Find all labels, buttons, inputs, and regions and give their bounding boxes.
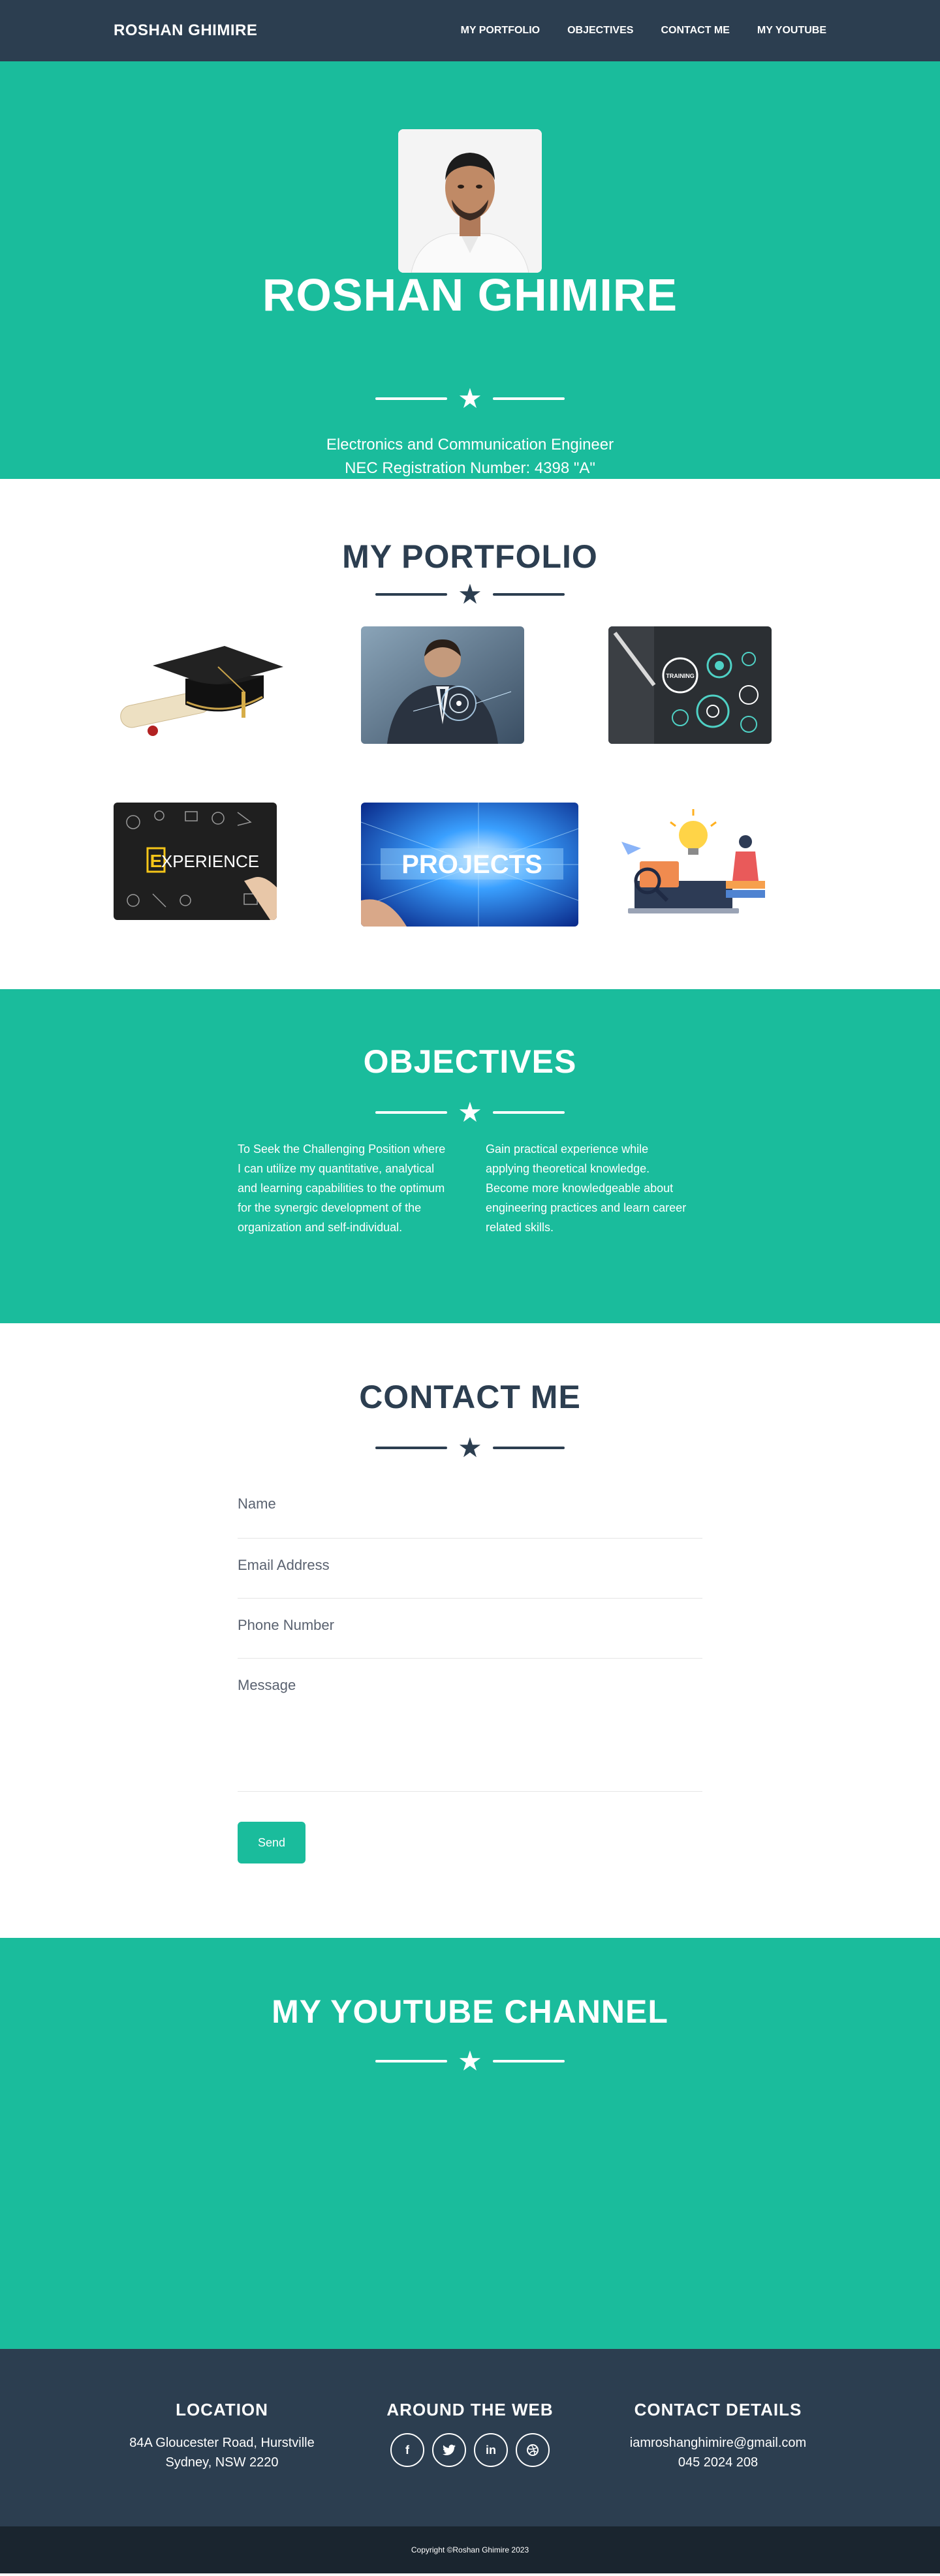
hero-subtitle-registration: NEC Registration Number: 4398 "A" xyxy=(345,459,595,477)
phone-field[interactable]: Phone Number xyxy=(238,1599,702,1659)
objectives-title: OBJECTIVES xyxy=(363,1043,577,1080)
footer-contact: CONTACT DETAILS iamroshanghimire@gmail.c… xyxy=(607,2400,829,2472)
experience-letter-e: E xyxy=(150,851,163,871)
brand-logo-text[interactable]: ROSHAN GHIMIRE xyxy=(114,22,257,40)
divider-line xyxy=(375,1447,448,1449)
star-icon: ★ xyxy=(458,1432,482,1463)
contact-section: CONTACT ME ★ Name Email Address Phone Nu… xyxy=(0,1323,940,1938)
youtube-divider: ★ xyxy=(0,2047,940,2075)
divider-line xyxy=(492,1111,565,1114)
footer-phone[interactable]: 045 2024 208 xyxy=(607,2453,829,2472)
divider-line xyxy=(492,397,565,400)
copyright-bar: Copyright ©Roshan Ghimire 2023 xyxy=(0,2526,940,2573)
objectives-divider: ★ xyxy=(0,1099,940,1126)
nav-link-youtube[interactable]: MY YOUTUBE xyxy=(757,25,826,37)
nav-links: MY PORTFOLIO OBJECTIVES CONTACT ME MY YO… xyxy=(461,25,826,37)
experience-word: XPERIENCE xyxy=(161,851,259,871)
footer-location-line1: 84A Gloucester Road, Hurstville xyxy=(129,2436,315,2450)
portfolio-item-training[interactable]: TRAINING xyxy=(608,626,772,744)
portfolio-item-business[interactable] xyxy=(361,626,524,744)
hero-name: ROSHAN GHIMIRE xyxy=(262,269,678,320)
name-field[interactable]: Name xyxy=(238,1477,702,1539)
footer-web: AROUND THE WEB f in xyxy=(359,2400,581,2467)
objective-right-text: Gain practical experience while applying… xyxy=(486,1142,687,1234)
name-field-placeholder: Name xyxy=(238,1495,276,1512)
footer-web-title: AROUND THE WEB xyxy=(386,2400,554,2419)
hero-subtitle: Electronics and Communication Engineer N… xyxy=(0,433,940,480)
footer: LOCATION 84A Gloucester Road, Hurstville… xyxy=(0,2349,940,2526)
social-links: f in xyxy=(359,2433,581,2467)
hero-divider: ★ xyxy=(0,385,940,412)
portfolio-item-graduation[interactable] xyxy=(114,626,283,744)
twitter-icon[interactable] xyxy=(432,2433,466,2467)
portfolio-section: MY PORTFOLIO ★ TRAINING E XPERIENCE PROJ… xyxy=(0,479,940,989)
email-field[interactable]: Email Address xyxy=(238,1539,702,1599)
divider-line xyxy=(375,2060,448,2062)
star-icon: ★ xyxy=(458,1097,482,1127)
hero-section: ROSHAN GHIMIRE ★ Electronics and Communi… xyxy=(0,61,940,479)
hero-subtitle-role: Electronics and Communication Engineer xyxy=(326,436,614,453)
divider-line xyxy=(375,397,448,400)
copyright-text: Copyright ©Roshan Ghimire 2023 xyxy=(411,2545,529,2554)
nav-link-contact[interactable]: CONTACT ME xyxy=(661,25,729,37)
portfolio-title: MY PORTFOLIO xyxy=(342,538,598,575)
svg-text:TRAINING: TRAINING xyxy=(666,673,695,679)
nav-link-objectives[interactable]: OBJECTIVES xyxy=(567,25,633,37)
dribbble-icon[interactable] xyxy=(516,2433,550,2467)
email-field-placeholder: Email Address xyxy=(238,1557,330,1573)
footer-location-title: LOCATION xyxy=(176,2400,268,2419)
divider-line xyxy=(492,2060,565,2062)
star-icon: ★ xyxy=(458,579,482,609)
facebook-icon[interactable]: f xyxy=(390,2433,424,2467)
nav-link-portfolio[interactable]: MY PORTFOLIO xyxy=(461,25,540,37)
top-navbar: ROSHAN GHIMIRE MY PORTFOLIO OBJECTIVES C… xyxy=(0,0,940,61)
youtube-title: MY YOUTUBE CHANNEL xyxy=(272,1993,668,2030)
phone-field-placeholder: Phone Number xyxy=(238,1617,334,1633)
objective-left-text: To Seek the Challenging Position where I… xyxy=(238,1142,446,1234)
footer-location: LOCATION 84A Gloucester Road, Hurstville… xyxy=(111,2400,333,2472)
divider-line xyxy=(492,1447,565,1449)
portfolio-item-projects[interactable]: PROJECTS xyxy=(361,803,578,927)
divider-line xyxy=(375,1111,448,1114)
profile-photo xyxy=(398,129,542,273)
send-button[interactable]: Send xyxy=(238,1822,306,1863)
divider-line xyxy=(492,593,565,596)
star-icon: ★ xyxy=(458,2046,482,2076)
portfolio-divider: ★ xyxy=(0,581,940,608)
youtube-section: MY YOUTUBE CHANNEL ★ xyxy=(0,1938,940,2349)
divider-line xyxy=(375,593,448,596)
footer-location-line2: Sydney, NSW 2220 xyxy=(165,2455,279,2470)
message-field[interactable]: Message xyxy=(238,1659,702,1792)
footer-email[interactable]: iamroshanghimire@gmail.com xyxy=(607,2433,829,2453)
projects-word: PROJECTS xyxy=(401,850,542,879)
contact-divider: ★ xyxy=(0,1434,940,1462)
portfolio-item-experience[interactable]: E XPERIENCE xyxy=(114,803,277,920)
portfolio-item-learning[interactable] xyxy=(608,803,772,920)
contact-title: CONTACT ME xyxy=(359,1379,581,1415)
objectives-section: OBJECTIVES ★ To Seek the Challenging Pos… xyxy=(0,989,940,1323)
message-field-placeholder: Message xyxy=(238,1677,296,1693)
star-icon: ★ xyxy=(458,383,482,414)
footer-contact-title: CONTACT DETAILS xyxy=(634,2400,802,2419)
linkedin-icon[interactable]: in xyxy=(474,2433,508,2467)
